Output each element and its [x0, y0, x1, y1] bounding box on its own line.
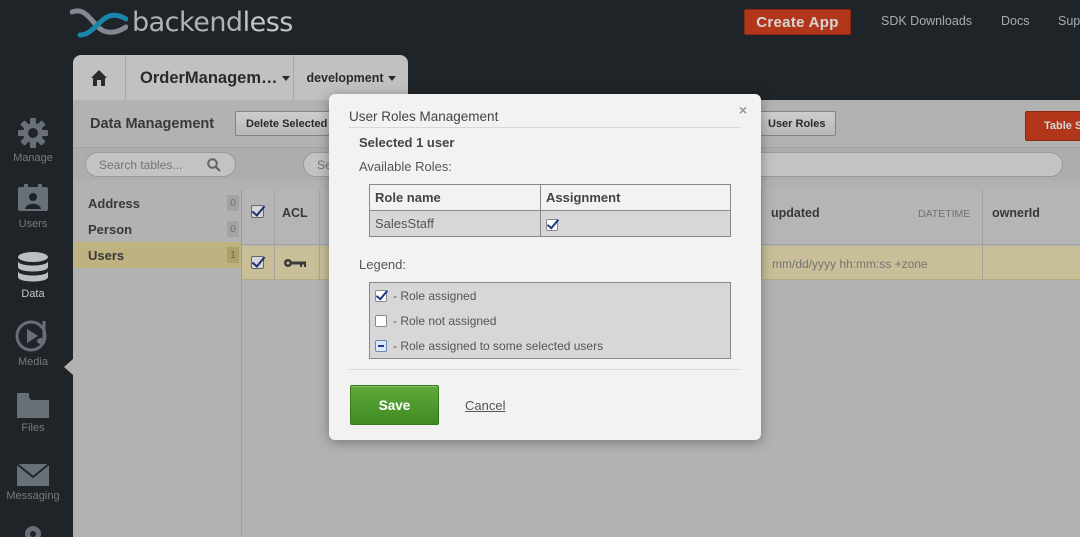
save-button[interactable]: Save — [350, 385, 439, 425]
legend-text: - Role assigned to some selected users — [393, 339, 604, 353]
partial-checkbox-icon — [375, 340, 387, 352]
user-roles-modal: User Roles Management × Selected 1 user … — [329, 94, 761, 440]
available-roles-label: Available Roles: — [359, 159, 452, 174]
modal-title: User Roles Management — [349, 109, 499, 124]
legend-item-partial: - Role assigned to some selected users — [370, 336, 730, 356]
role-assignment-checkbox[interactable] — [546, 218, 558, 231]
legend-box: - Role assigned - Role not assigned - Ro… — [369, 282, 731, 359]
assignment-header: Assignment — [540, 184, 731, 211]
legend-item-assigned: - Role assigned — [370, 286, 730, 306]
legend-label: Legend: — [359, 257, 406, 272]
divider — [349, 127, 741, 128]
divider — [349, 369, 741, 370]
checked-checkbox-icon — [375, 290, 387, 302]
assignment-cell — [540, 210, 731, 237]
table-row: SalesStaff — [369, 210, 731, 237]
role-name-header: Role name — [369, 184, 541, 211]
unchecked-checkbox-icon — [375, 315, 387, 327]
legend-text: - Role not assigned — [393, 314, 497, 328]
role-name-cell: SalesStaff — [369, 210, 541, 237]
legend-text: - Role assigned — [393, 289, 477, 303]
cancel-link[interactable]: Cancel — [465, 398, 505, 413]
selected-count: Selected 1 user — [359, 135, 455, 150]
roles-table: Role name Assignment SalesStaff — [369, 184, 731, 237]
close-icon[interactable]: × — [739, 102, 747, 118]
legend-item-not-assigned: - Role not assigned — [370, 311, 730, 331]
